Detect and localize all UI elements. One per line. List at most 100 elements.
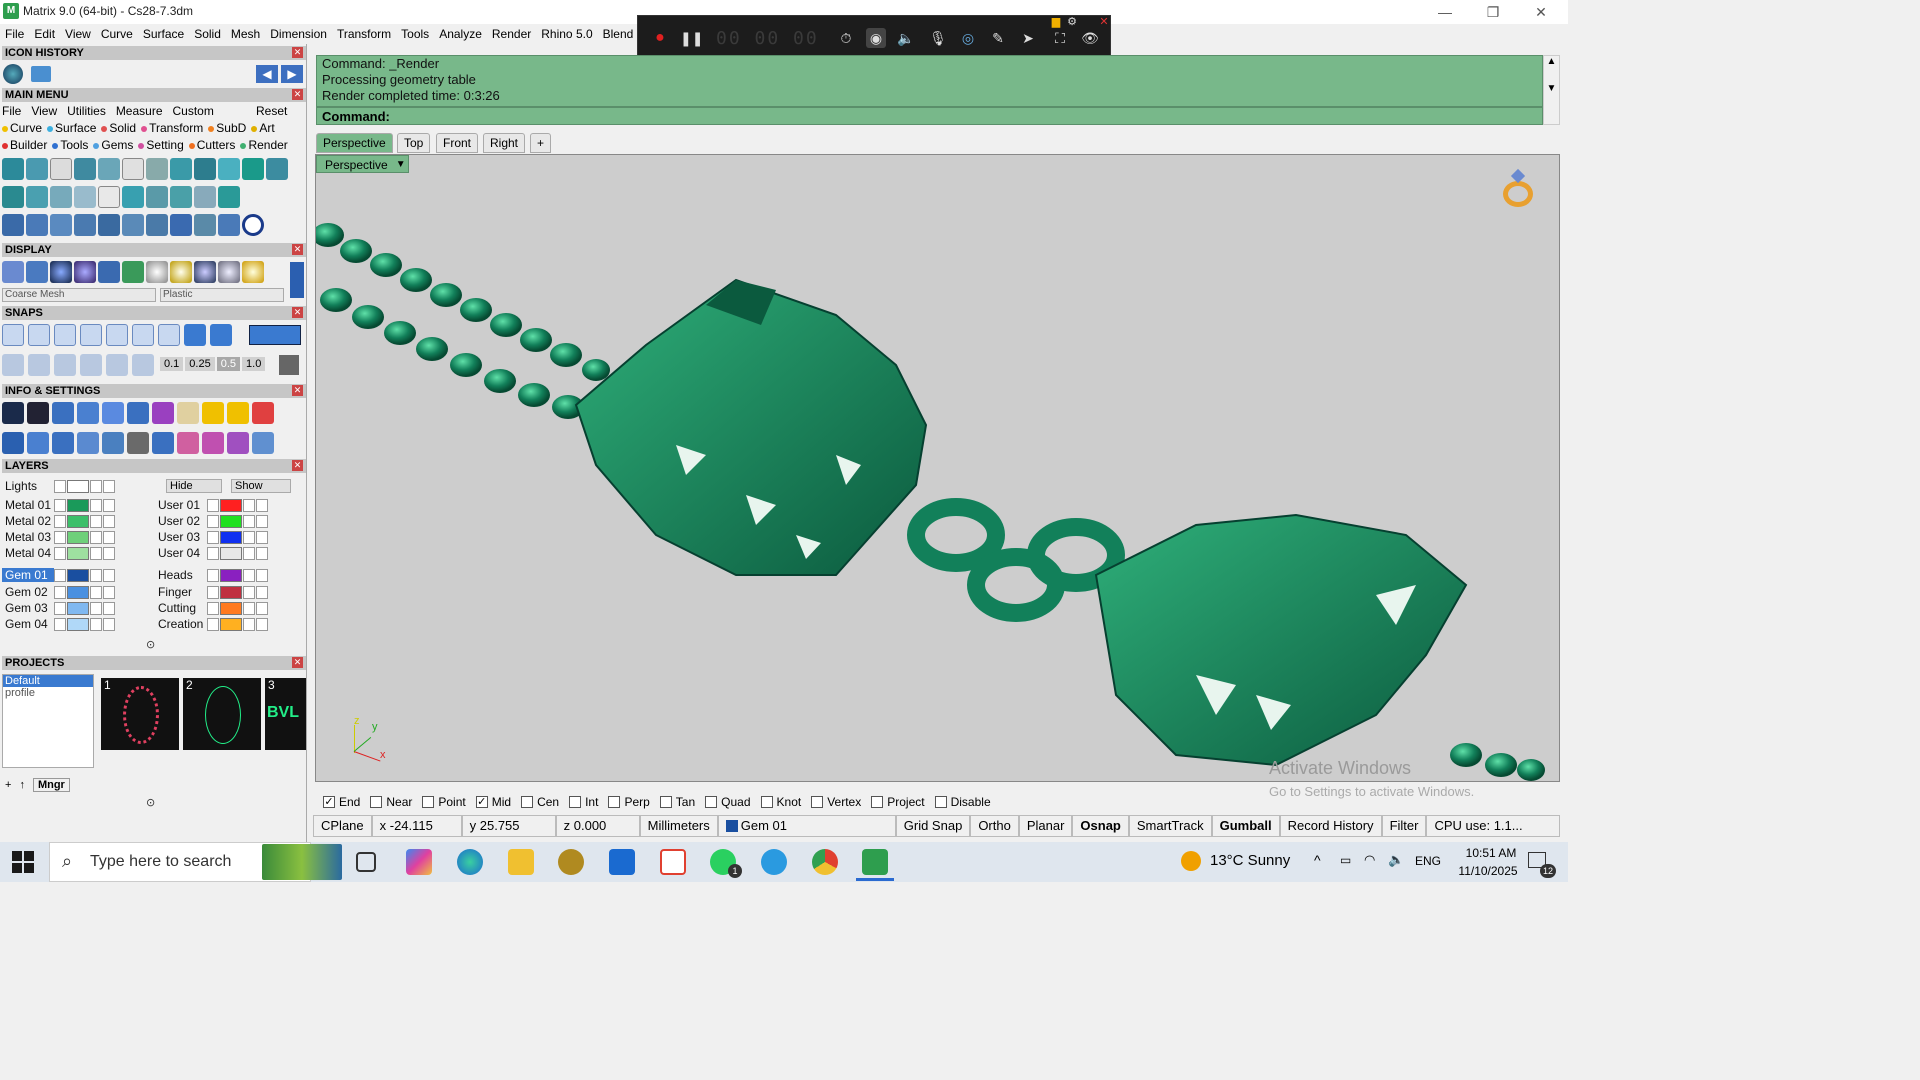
tool-icon[interactable]: [266, 158, 288, 180]
tool-icon[interactable]: [26, 158, 48, 180]
expand-down-icon[interactable]: ⊙: [146, 796, 155, 809]
mngr-button[interactable]: Mngr: [32, 778, 70, 792]
mm-transform[interactable]: Transform: [141, 121, 203, 135]
info-icon[interactable]: [177, 432, 199, 454]
status-ortho[interactable]: Ortho: [970, 815, 1019, 837]
volume-icon[interactable]: 🔈: [1388, 852, 1404, 868]
project-thumb[interactable]: 2: [183, 678, 261, 750]
tool-icon[interactable]: [146, 186, 168, 208]
info-icon[interactable]: [252, 432, 274, 454]
copilot-icon[interactable]: [406, 849, 432, 875]
filter-icon[interactable]: [102, 432, 124, 454]
rendered-icon[interactable]: [74, 261, 96, 283]
search-icon[interactable]: [27, 402, 49, 424]
snap-icon[interactable]: [54, 354, 76, 376]
chrome-icon[interactable]: [812, 849, 838, 875]
layer-row[interactable]: Metal 01: [2, 497, 115, 513]
snap-icon[interactable]: [2, 324, 24, 346]
weather-sun-icon[interactable]: [1181, 851, 1201, 871]
tool-icon[interactable]: [98, 214, 120, 236]
material-icon[interactable]: [218, 261, 240, 283]
timer-icon[interactable]: ⏱: [836, 28, 856, 48]
close-icon[interactable]: ✕: [292, 89, 303, 100]
close-button[interactable]: ✕: [1518, 0, 1564, 24]
tool-icon[interactable]: [218, 214, 240, 236]
close-icon[interactable]: ✕: [292, 244, 303, 255]
menu-dimension[interactable]: Dimension: [265, 27, 332, 41]
snap-icon[interactable]: [132, 324, 154, 346]
folder-open-icon[interactable]: [31, 66, 51, 82]
info-icon[interactable]: [77, 432, 99, 454]
menu-solid[interactable]: Solid: [189, 27, 226, 41]
mm-utilities[interactable]: Utilities: [67, 104, 106, 118]
tool-icon[interactable]: [170, 186, 192, 208]
layer-row-active[interactable]: Gem 01: [2, 567, 115, 583]
outlook-icon[interactable]: [609, 849, 635, 875]
osnap-mid[interactable]: ✓ Mid: [475, 795, 511, 809]
menu-transform[interactable]: Transform: [332, 27, 396, 41]
record-icon[interactable]: ●: [650, 28, 670, 48]
clock-date[interactable]: 11/10/2025: [1452, 864, 1524, 878]
ring-icon[interactable]: [1501, 168, 1535, 211]
close-icon[interactable]: ✕: [1098, 12, 1110, 32]
info-icon[interactable]: [27, 432, 49, 454]
tool-icon[interactable]: [122, 158, 144, 180]
tool-icon[interactable]: [2, 214, 24, 236]
mm-solid[interactable]: Solid: [101, 121, 136, 135]
info-icon[interactable]: [2, 432, 24, 454]
info-icon[interactable]: [52, 432, 74, 454]
chevron-down-icon[interactable]: ▼: [396, 156, 406, 174]
snap-icon[interactable]: [184, 324, 206, 346]
snap-icon[interactable]: [158, 324, 180, 346]
tool-icon[interactable]: [146, 214, 168, 236]
osnap-disable[interactable]: Disable: [934, 795, 991, 809]
tool-icon[interactable]: [194, 214, 216, 236]
menu-edit[interactable]: Edit: [29, 27, 60, 41]
menu-view[interactable]: View: [60, 27, 96, 41]
snap-value[interactable]: 0.25: [185, 357, 215, 371]
edge-icon[interactable]: [457, 849, 483, 875]
status-filter[interactable]: Filter: [1381, 815, 1427, 837]
close-icon[interactable]: ✕: [292, 307, 303, 318]
project-list[interactable]: Default profile: [2, 674, 94, 768]
snap-icon[interactable]: [132, 354, 154, 376]
tool-icon[interactable]: [170, 158, 192, 180]
forward-arrow-icon[interactable]: ▶: [281, 65, 303, 83]
viewport-label[interactable]: Perspective ▼: [316, 155, 409, 173]
snap-value[interactable]: 1.0: [242, 357, 266, 371]
info-icon[interactable]: [252, 402, 274, 424]
cursor-icon[interactable]: ➤: [1018, 28, 1038, 48]
osnap-knot[interactable]: Knot: [760, 795, 801, 809]
mm-builder[interactable]: Builder: [2, 138, 47, 152]
mm-view[interactable]: View: [31, 104, 57, 118]
snap-icon[interactable]: [80, 324, 102, 346]
tool-icon[interactable]: [50, 158, 72, 180]
menu-surface[interactable]: Surface: [138, 27, 189, 41]
mm-cutters[interactable]: Cutters: [188, 138, 235, 152]
info-icon[interactable]: [52, 402, 74, 424]
mm-render[interactable]: Render: [240, 138, 288, 152]
snap-icon[interactable]: [54, 324, 76, 346]
ghosted-icon[interactable]: [26, 261, 48, 283]
telegram-icon[interactable]: [761, 849, 787, 875]
tool-icon[interactable]: [74, 186, 96, 208]
gear-icon[interactable]: ⚙: [1066, 12, 1078, 32]
add-icon[interactable]: +: [5, 779, 11, 791]
info-icon[interactable]: [202, 432, 224, 454]
tool-icon[interactable]: [194, 158, 216, 180]
close-icon[interactable]: ✕: [292, 47, 303, 58]
mm-file[interactable]: File: [2, 104, 21, 118]
tool-icon[interactable]: [170, 214, 192, 236]
scroll-down-icon[interactable]: ▼: [1544, 83, 1559, 94]
file-explorer-icon[interactable]: [508, 849, 534, 875]
osnap-end[interactable]: ✓ End: [323, 795, 360, 809]
tool-icon[interactable]: [74, 158, 96, 180]
gold-icon[interactable]: [170, 261, 192, 283]
tab-front[interactable]: Front: [436, 133, 479, 153]
mm-subd[interactable]: SubD: [208, 121, 246, 135]
snap-icon[interactable]: [28, 324, 50, 346]
weather-text[interactable]: 13°C Sunny: [1210, 852, 1290, 869]
pen-icon[interactable]: ✎: [988, 28, 1008, 48]
close-icon[interactable]: ✕: [292, 657, 303, 668]
osnap-project[interactable]: Project: [871, 795, 925, 809]
